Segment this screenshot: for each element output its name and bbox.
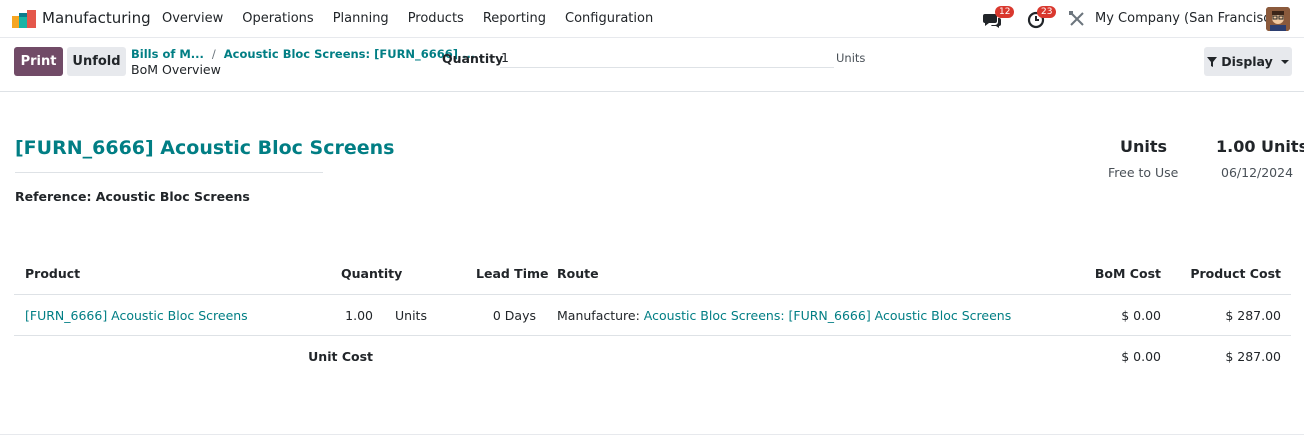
caret-down-icon (1280, 59, 1289, 64)
print-button[interactable]: Print (14, 47, 63, 76)
app-name[interactable]: Manufacturing (42, 9, 151, 27)
col-header-product: Product (25, 266, 81, 281)
row-quantity: 1.00 (345, 308, 373, 323)
quantity-input[interactable] (500, 48, 834, 68)
breadcrumb-current: BoM Overview (131, 62, 221, 77)
tools-icon[interactable] (1067, 9, 1087, 29)
menu-reporting[interactable]: Reporting (483, 11, 546, 26)
control-panel: Print Unfold Bills of M... / Acoustic Bloc… (0, 38, 1304, 92)
report-reference: Reference: Acoustic Bloc Screens (15, 189, 250, 204)
total-label: Unit Cost (308, 349, 373, 364)
col-header-route: Route (557, 266, 599, 281)
col-header-bom-cost: BoM Cost (1094, 266, 1161, 281)
report-bottom-border (0, 434, 1304, 435)
header-divider (14, 294, 1291, 295)
summary-free-to-use: Free to Use (1108, 165, 1179, 180)
total-bom-cost: $ 0.00 (1121, 349, 1161, 364)
total-product-cost: $ 287.00 (1225, 349, 1281, 364)
summary-date: 06/12/2024 (1221, 165, 1294, 180)
report-title[interactable]: [FURN_6666] Acoustic Bloc Screens (15, 137, 394, 159)
row-divider (14, 335, 1291, 336)
row-lead-time: 0 Days (492, 308, 536, 323)
row-bom-cost: $ 0.00 (1121, 308, 1161, 323)
breadcrumb-bills-of-materials[interactable]: Bills of M... (131, 47, 204, 61)
summary-header-uom: Units (1120, 137, 1168, 156)
menu-operations[interactable]: Operations (242, 11, 313, 26)
breadcrumb-bom-record[interactable]: Acoustic Bloc Screens: [FURN_6666] ... (224, 47, 475, 61)
manufacturing-app-icon[interactable] (12, 10, 36, 28)
menu-products[interactable]: Products (408, 11, 464, 26)
main-menu: Overview Operations Planning Products Re… (162, 11, 672, 26)
display-dropdown-button[interactable]: Display (1204, 47, 1292, 76)
breadcrumb: Bills of M... / Acoustic Bloc Screens: [FU… (131, 47, 475, 61)
breadcrumb-separator: / (211, 47, 216, 61)
top-navbar: Manufacturing Overview Operations Planni… (0, 0, 1304, 38)
company-switcher[interactable]: My Company (San Francisco) (1095, 11, 1283, 26)
quantity-uom: Units (836, 51, 866, 65)
menu-configuration[interactable]: Configuration (565, 11, 653, 26)
summary-header-quantity: 1.00 Units (1216, 137, 1304, 156)
quantity-label: Quantity (442, 51, 504, 66)
filter-icon (1207, 56, 1218, 67)
unfold-button[interactable]: Unfold (67, 47, 126, 76)
display-label: Display (1221, 54, 1273, 69)
row-route-prefix: Manufacture: (557, 308, 640, 323)
title-divider (15, 172, 323, 173)
col-header-product-cost: Product Cost (1190, 266, 1281, 281)
row-route-link[interactable]: Acoustic Bloc Screens: [FURN_6666] Acous… (644, 308, 1011, 323)
menu-planning[interactable]: Planning (333, 11, 389, 26)
menu-overview[interactable]: Overview (162, 11, 223, 26)
col-header-quantity: Quantity (341, 266, 403, 281)
user-avatar[interactable] (1266, 7, 1290, 31)
activities-badge: 23 (1037, 6, 1057, 18)
row-route: Manufacture: Acoustic Bloc Screens: [FUR… (557, 308, 1011, 323)
row-product-cost: $ 287.00 (1225, 308, 1281, 323)
row-uom: Units (395, 308, 427, 323)
row-product-link[interactable]: [FURN_6666] Acoustic Bloc Screens (25, 308, 248, 323)
col-header-lead-time: Lead Time (476, 266, 549, 281)
messages-badge: 12 (995, 6, 1015, 18)
